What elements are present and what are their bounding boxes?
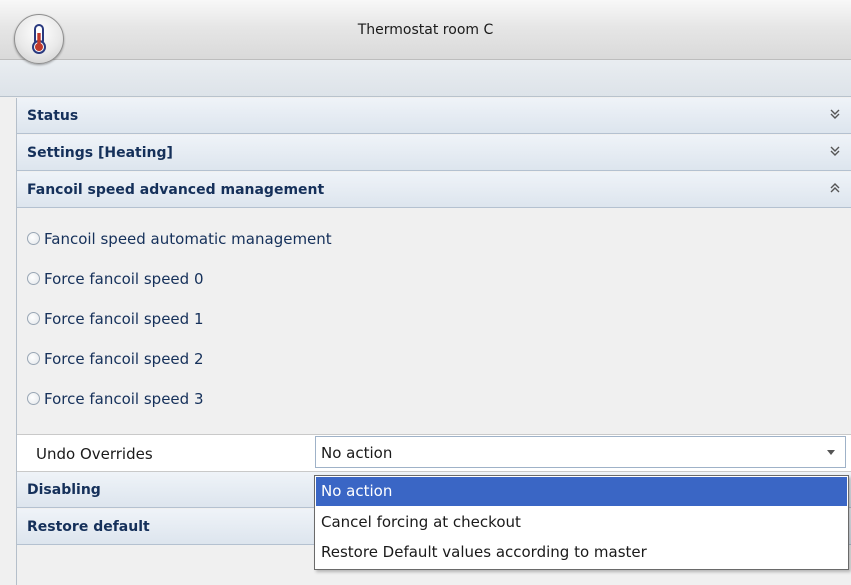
dropdown-option-restore-default[interactable]: Restore Default values according to mast… xyxy=(316,538,847,567)
section-fancoil-speed[interactable]: Fancoil speed advanced management xyxy=(17,172,851,208)
app-menu-button[interactable] xyxy=(14,14,64,64)
undo-overrides-dropdown-list: No action Cancel forcing at checkout Res… xyxy=(314,475,849,570)
radio-label: Fancoil speed automatic management xyxy=(44,230,332,248)
dropdown-arrow-icon[interactable] xyxy=(827,450,835,455)
thermometer-icon xyxy=(32,24,46,54)
undo-overrides-row: Undo Overrides No action xyxy=(17,434,851,472)
section-restore-default-label: Restore default xyxy=(27,519,150,535)
radio-label: Force fancoil speed 1 xyxy=(44,310,204,328)
dropdown-option-no-action[interactable]: No action xyxy=(316,477,847,506)
undo-overrides-select[interactable]: No action xyxy=(315,436,846,468)
double-chevron-down-icon[interactable] xyxy=(828,107,842,121)
section-disabling-label: Disabling xyxy=(27,482,101,498)
toolbar-strip xyxy=(0,60,851,97)
undo-overrides-value: No action xyxy=(321,444,393,462)
section-status[interactable]: Status xyxy=(17,98,851,134)
fancoil-speed-body: Fancoil speed automatic management Force… xyxy=(17,209,851,433)
section-status-label: Status xyxy=(27,108,79,124)
window: Thermostat room C Status Settings [Heati… xyxy=(0,0,851,585)
radio-label: Force fancoil speed 2 xyxy=(44,350,204,368)
section-settings-heating[interactable]: Settings [Heating] xyxy=(17,135,851,171)
radio-button[interactable] xyxy=(27,392,40,405)
section-settings-heating-label: Settings [Heating] xyxy=(27,145,173,161)
dropdown-option-cancel-forcing[interactable]: Cancel forcing at checkout xyxy=(316,508,847,537)
section-fancoil-speed-label: Fancoil speed advanced management xyxy=(27,182,325,198)
radio-button[interactable] xyxy=(27,232,40,245)
radio-button[interactable] xyxy=(27,272,40,285)
double-chevron-up-icon[interactable] xyxy=(828,181,842,195)
title-bar: Thermostat room C xyxy=(0,0,851,60)
radio-label: Force fancoil speed 0 xyxy=(44,270,204,288)
window-title: Thermostat room C xyxy=(357,22,494,38)
radio-button[interactable] xyxy=(27,312,40,325)
radio-label: Force fancoil speed 3 xyxy=(44,390,204,408)
undo-overrides-label: Undo Overrides xyxy=(36,445,153,463)
radio-button[interactable] xyxy=(27,352,40,365)
double-chevron-down-icon[interactable] xyxy=(828,144,842,158)
